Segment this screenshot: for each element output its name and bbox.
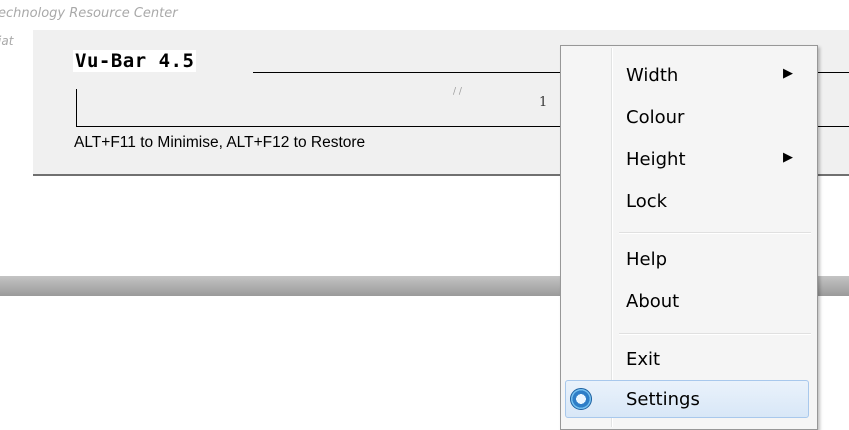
menu-item-label: Width: [626, 65, 679, 86]
hotkey-hint: ALT+F11 to Minimise, ALT+F12 to Restore: [74, 134, 366, 151]
menu-item-label: Help: [626, 249, 668, 270]
menu-item-about[interactable]: About: [561, 282, 817, 322]
submenu-arrow-icon: ▶: [783, 150, 793, 165]
menu-separator: [619, 232, 811, 234]
context-menu: Width ▶ Colour Height ▶ Lock Help About …: [560, 45, 818, 430]
menu-separator: [619, 333, 811, 335]
ruler-mark: / /: [453, 87, 462, 97]
ruler-number: 1: [539, 95, 548, 110]
background-header-text: echnology Resource Center: [0, 6, 178, 21]
menu-item-lock[interactable]: Lock: [561, 182, 817, 222]
menu-item-label: About: [626, 291, 680, 312]
menu-item-width[interactable]: Width ▶: [561, 56, 817, 96]
menu-item-help[interactable]: Help: [561, 240, 817, 280]
menu-item-label: Height: [626, 149, 686, 170]
menu-item-label: Settings: [626, 389, 700, 410]
background-subtext: iat: [0, 34, 14, 48]
background-window: echnology Resource Center iat: [0, 0, 849, 48]
submenu-arrow-icon: ▶: [783, 66, 793, 81]
menu-item-label: Colour: [626, 107, 685, 128]
menu-item-label: Lock: [626, 191, 668, 212]
menu-item-colour[interactable]: Colour: [561, 98, 817, 138]
settings-icon: [570, 388, 592, 410]
menu-item-height[interactable]: Height ▶: [561, 140, 817, 180]
menu-item-exit[interactable]: Exit: [561, 340, 817, 380]
menu-item-label: Exit: [626, 349, 661, 370]
menu-item-settings[interactable]: Settings: [565, 380, 809, 418]
vubar-title: Vu-Bar 4.5: [73, 50, 197, 72]
